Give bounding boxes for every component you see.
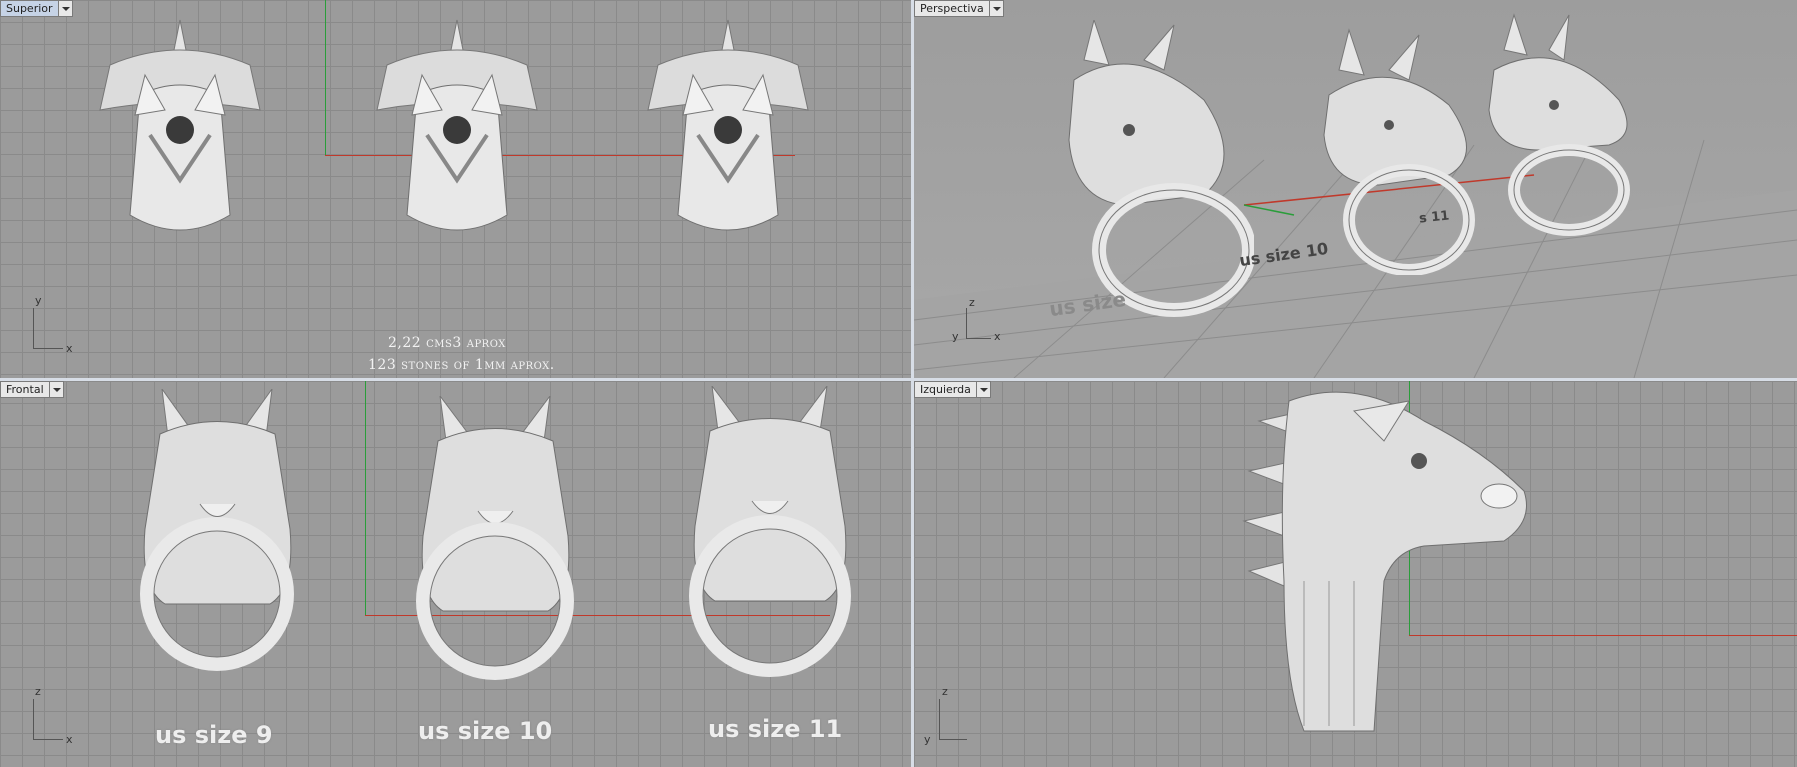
viewport-front-name[interactable]: Frontal [0,381,50,398]
viewport-perspective[interactable]: Perspectiva us size us size 10 s 11 z y … [914,0,1797,378]
size9-label: us size 9 [155,721,273,749]
ring-front-size10[interactable] [398,396,593,686]
ring-top-size11[interactable] [628,15,828,250]
axis-z-label: z [35,685,41,698]
viewport-left-name[interactable]: Izquierda [914,381,977,398]
viewport-front-tab[interactable]: Frontal [0,381,64,398]
chevron-down-icon[interactable] [49,381,64,398]
ring-persp-size9[interactable] [1054,20,1254,320]
chevron-down-icon[interactable] [976,381,991,398]
axis-y-label: y [952,330,959,343]
viewport-perspective-name[interactable]: Perspectiva [914,0,990,17]
ring-top-size10[interactable] [357,15,557,250]
ring-persp-size11[interactable] [1469,10,1659,240]
ring-front-size11[interactable] [670,386,870,686]
volume-note: 2,22 cms3 aprox [388,335,506,351]
viewport-top-name[interactable]: Superior [0,0,59,17]
viewport-left-tab[interactable]: Izquierda [914,381,991,398]
size10-label: us size 10 [418,717,553,745]
viewport-front[interactable]: Frontal us size 9 us size 10 us size 11 … [0,381,911,767]
size11-label: us size 11 [708,715,843,743]
ring-side-stack[interactable] [1234,381,1534,741]
ring-front-size9[interactable] [120,389,315,679]
axis-x-label: x [66,733,73,746]
persp-size11-label: s 11 [1418,208,1451,227]
ring-top-size9[interactable] [80,15,280,250]
axis-x-label: x [994,330,1001,343]
viewport-perspective-tab[interactable]: Perspectiva [914,0,1004,17]
chevron-down-icon[interactable] [58,0,73,17]
axis-y-label: y [924,733,931,746]
stones-note: 123 stones of 1mm aprox. [368,357,555,373]
y-axis-line [325,0,326,155]
viewport-splitter-horizontal[interactable] [0,378,1797,381]
z-axis-line [365,381,366,615]
axis-y-label: y [35,294,42,307]
axis-z-label: z [969,296,975,309]
viewport-top-tab[interactable]: Superior [0,0,73,17]
axis-x-label: x [66,342,73,355]
chevron-down-icon[interactable] [989,0,1004,17]
viewport-top[interactable]: Superior 2,22 cms3 aprox 123 stones of 1… [0,0,911,378]
viewport-left[interactable]: Izquierda z y [914,381,1797,767]
axis-z-label: z [942,685,948,698]
